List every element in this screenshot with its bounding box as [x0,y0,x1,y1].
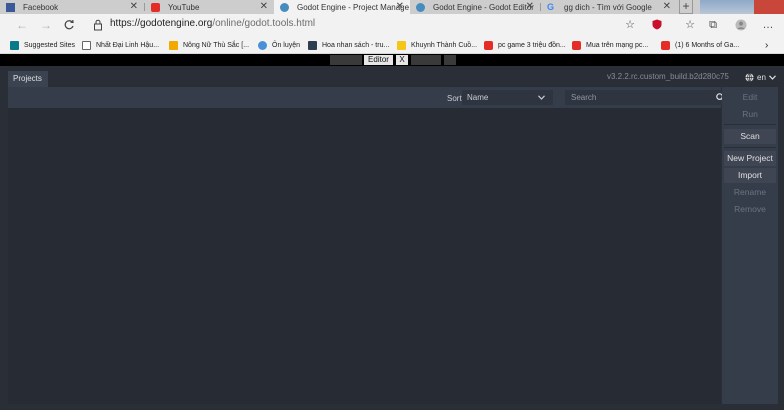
favorite-label: Ôn luyện [272,41,301,49]
close-editor-button[interactable]: X [396,55,408,65]
tab-label: gg dich - Tìm với Google [564,2,652,12]
version-label: v3.2.2.rc.custom_build.b2d280c75 [607,72,729,81]
url-host: https://godotengine.org [110,18,213,29]
project-actions-sidebar: Edit Run Scan New Project Import Rename … [722,87,778,404]
godot-icon [416,2,425,12]
tab-youtube[interactable]: YouTube ✕ [145,0,274,14]
tab-godot-editor[interactable]: Godot Engine - Godot Editor ✕ [410,0,540,14]
more-menu-icon[interactable]: … [760,17,776,33]
lock-icon [90,16,106,34]
youtube-icon [661,40,670,50]
tab-close-icon[interactable]: ✕ [260,0,268,14]
tab-close-icon[interactable]: ✕ [396,0,404,14]
favorite-suggested-sites[interactable]: Suggested Sites [10,39,75,51]
favorite-label: Suggested Sites [24,41,75,49]
favorite-label: Hoa nhan sách - tru... [322,41,390,49]
chevron-down-icon [538,90,545,100]
favorites-overflow-chevron-icon[interactable]: › [765,39,768,51]
facebook-icon [6,2,15,12]
tab-google-search[interactable]: G gg dich - Tìm với Google ✕ [541,0,677,14]
project-manager: Projects v3.2.2.rc.custom_build.b2d280c7… [0,66,784,410]
toolbar-hidden-button[interactable] [330,55,362,65]
language-label: en [757,72,766,82]
tab-godot-project-manager[interactable]: Godot Engine - Project Manage ✕ [274,0,410,14]
google-icon: G [547,1,555,12]
sort-dropdown[interactable]: Name [462,90,553,105]
favorite-label: (1) 6 Months of Ga... [675,41,740,49]
shield-extension-icon[interactable] [649,17,665,33]
back-icon[interactable]: ← [14,16,30,34]
favorite-hoa-nhan-sach[interactable]: Hoa nhan sách - tru... [308,39,389,51]
site-icon [258,40,267,50]
import-button[interactable]: Import [724,168,776,183]
favorite-star-icon[interactable]: ☆ [622,17,638,33]
tab-close-icon[interactable]: ✕ [130,0,138,14]
favorite-pc-game[interactable]: pc game 3 triệu đồn... [484,39,566,51]
tab-label: Facebook [23,2,59,12]
favorites-icon[interactable]: ☆ [682,17,698,33]
address-bar: ← → https://godotengine.org/online/godot… [0,14,784,36]
editor-button[interactable]: Editor [364,55,393,65]
favorite-label: Mua trên mạng pc... [586,41,649,49]
url-path: /online/godot.tools.html [212,18,316,29]
project-list[interactable] [8,108,721,404]
project-list-toolbar: Sort: Name Search [8,87,729,108]
favorite-khuynh-thanh-cuo[interactable]: Khuynh Thành Cuồ... [397,39,477,51]
favorite-6-months[interactable]: (1) 6 Months of Ga... [661,39,739,51]
favorite-nong-nu-thu-sac[interactable]: Nông Nữ Thù Sắc [... [169,39,249,51]
logo-icon [169,40,178,50]
favorite-label: pc game 3 triệu đồn... [498,41,566,49]
favorite-on-luyen[interactable]: Ôn luyện [258,39,300,51]
youtube-icon [151,2,160,12]
profile-icon[interactable] [733,17,749,33]
godot-icon [280,2,289,12]
youtube-icon [484,40,493,50]
toolbar-hidden-button[interactable] [444,55,456,65]
run-button[interactable]: Run [724,107,776,122]
browser-tab-strip: Facebook ✕ YouTube ✕ Godot Engine - Proj… [0,0,784,14]
remove-button[interactable]: Remove [724,202,776,217]
godot-web-toolbar: Editor X [0,54,784,66]
language-selector[interactable]: en [745,71,776,83]
chevron-down-icon [768,74,776,80]
favorite-mua-tren-mang[interactable]: Mua trên mạng pc... [572,39,648,51]
favorite-nhat-dai-linh-hau[interactable]: Nhất Đại Linh Hậu... [82,39,159,51]
favorite-label: Nhất Đại Linh Hậu... [96,41,160,49]
sort-value: Name [467,93,489,102]
edit-button[interactable]: Edit [724,90,776,105]
toolbar-hidden-button[interactable] [411,55,441,65]
favorite-label: Nông Nữ Thù Sắc [... [183,41,250,49]
suggested-sites-icon [10,40,19,50]
search-input[interactable]: Search [565,90,729,105]
new-project-button[interactable]: New Project [724,151,776,166]
window-close-button[interactable] [754,0,784,14]
site-icon [308,40,317,50]
tab-facebook[interactable]: Facebook ✕ [0,0,144,14]
favorites-bar: Suggested Sites Nhất Đại Linh Hậu... Nôn… [0,36,784,54]
tab-projects[interactable]: Projects [8,71,48,87]
tab-close-icon[interactable]: ✕ [526,0,534,14]
tab-close-icon[interactable]: ✕ [663,0,671,14]
forward-icon[interactable]: → [38,16,54,34]
url-field[interactable]: https://godotengine.org/online/godot.too… [110,18,315,29]
globe-icon [745,72,754,82]
tab-label: Godot Engine - Godot Editor [433,2,534,12]
search-placeholder: Search [571,93,597,102]
rename-button[interactable]: Rename [724,185,776,200]
youtube-icon [572,40,581,50]
refresh-icon[interactable] [61,16,77,34]
tab-label: Godot Engine - Project Manage [297,2,410,12]
page-icon [82,40,91,50]
tab-label: YouTube [168,2,200,12]
site-icon [397,40,406,50]
window-controls[interactable] [700,0,784,14]
new-tab-button[interactable]: + [679,0,693,14]
favorite-label: Khuynh Thành Cuồ... [411,41,478,49]
collections-icon[interactable]: ⧉ [705,17,721,33]
status-strip [0,404,784,410]
scan-button[interactable]: Scan [724,129,776,144]
